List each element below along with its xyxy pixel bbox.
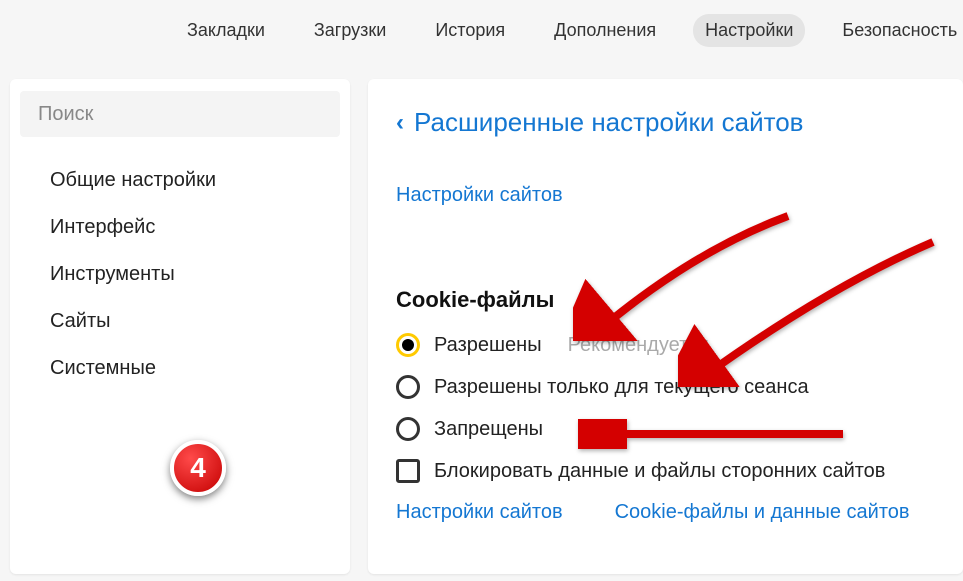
radio-blocked[interactable]: [396, 417, 420, 441]
main-layout: Общие настройки Интерфейс Инструменты Са…: [0, 79, 963, 574]
annotation-step-number: 4: [190, 452, 206, 484]
sidebar-item-tools[interactable]: Инструменты: [50, 251, 350, 298]
radio-blocked-row[interactable]: Запрещены: [396, 417, 963, 441]
sidebar-item-system[interactable]: Системные: [50, 345, 350, 392]
nav-security[interactable]: Безопасность: [830, 14, 963, 47]
link-cookie-data[interactable]: Cookie-файлы и данные сайтов: [615, 501, 910, 524]
radio-allowed-label: Разрешены: [434, 334, 542, 357]
top-nav: Закладки Загрузки История Дополнения Нас…: [0, 0, 963, 79]
link-site-settings-top[interactable]: Настройки сайтов: [396, 184, 563, 207]
radio-session-row[interactable]: Разрешены только для текущего сеанса: [396, 375, 963, 399]
link-site-settings-bottom[interactable]: Настройки сайтов: [396, 501, 563, 524]
content-pane: ‹ Расширенные настройки сайтов Настройки…: [368, 79, 963, 574]
sidebar-item-sites[interactable]: Сайты: [50, 298, 350, 345]
chevron-left-icon: ‹: [396, 109, 404, 137]
radio-allowed-hint: Рекомендуется: [568, 334, 709, 357]
nav-bookmarks[interactable]: Закладки: [175, 14, 277, 47]
radio-allowed-row[interactable]: Разрешены Рекомендуется: [396, 333, 963, 357]
settings-sidebar: Общие настройки Интерфейс Инструменты Са…: [10, 79, 350, 574]
bottom-links: Настройки сайтов Cookie-файлы и данные с…: [396, 501, 963, 524]
nav-addons[interactable]: Дополнения: [542, 14, 668, 47]
nav-settings[interactable]: Настройки: [693, 14, 805, 47]
radio-allowed[interactable]: [396, 333, 420, 357]
radio-blocked-label: Запрещены: [434, 418, 543, 441]
search-box[interactable]: [20, 91, 340, 137]
checkbox-block-thirdparty[interactable]: [396, 459, 420, 483]
sidebar-item-interface[interactable]: Интерфейс: [50, 204, 350, 251]
search-input[interactable]: [38, 103, 322, 126]
annotation-step-badge: 4: [170, 440, 226, 496]
sidebar-item-list: Общие настройки Интерфейс Инструменты Са…: [10, 157, 350, 392]
radio-session-only[interactable]: [396, 375, 420, 399]
breadcrumb-title: Расширенные настройки сайтов: [414, 107, 804, 138]
radio-session-label: Разрешены только для текущего сеанса: [434, 376, 809, 399]
checkbox-thirdparty-row[interactable]: Блокировать данные и файлы сторонних сай…: [396, 459, 963, 483]
sidebar-item-general[interactable]: Общие настройки: [50, 157, 350, 204]
nav-history[interactable]: История: [423, 14, 517, 47]
section-heading-cookies: Cookie-файлы: [396, 287, 963, 313]
nav-downloads[interactable]: Загрузки: [302, 14, 398, 47]
checkbox-thirdparty-label: Блокировать данные и файлы сторонних сай…: [434, 460, 885, 483]
breadcrumb-back[interactable]: ‹ Расширенные настройки сайтов: [396, 107, 963, 138]
